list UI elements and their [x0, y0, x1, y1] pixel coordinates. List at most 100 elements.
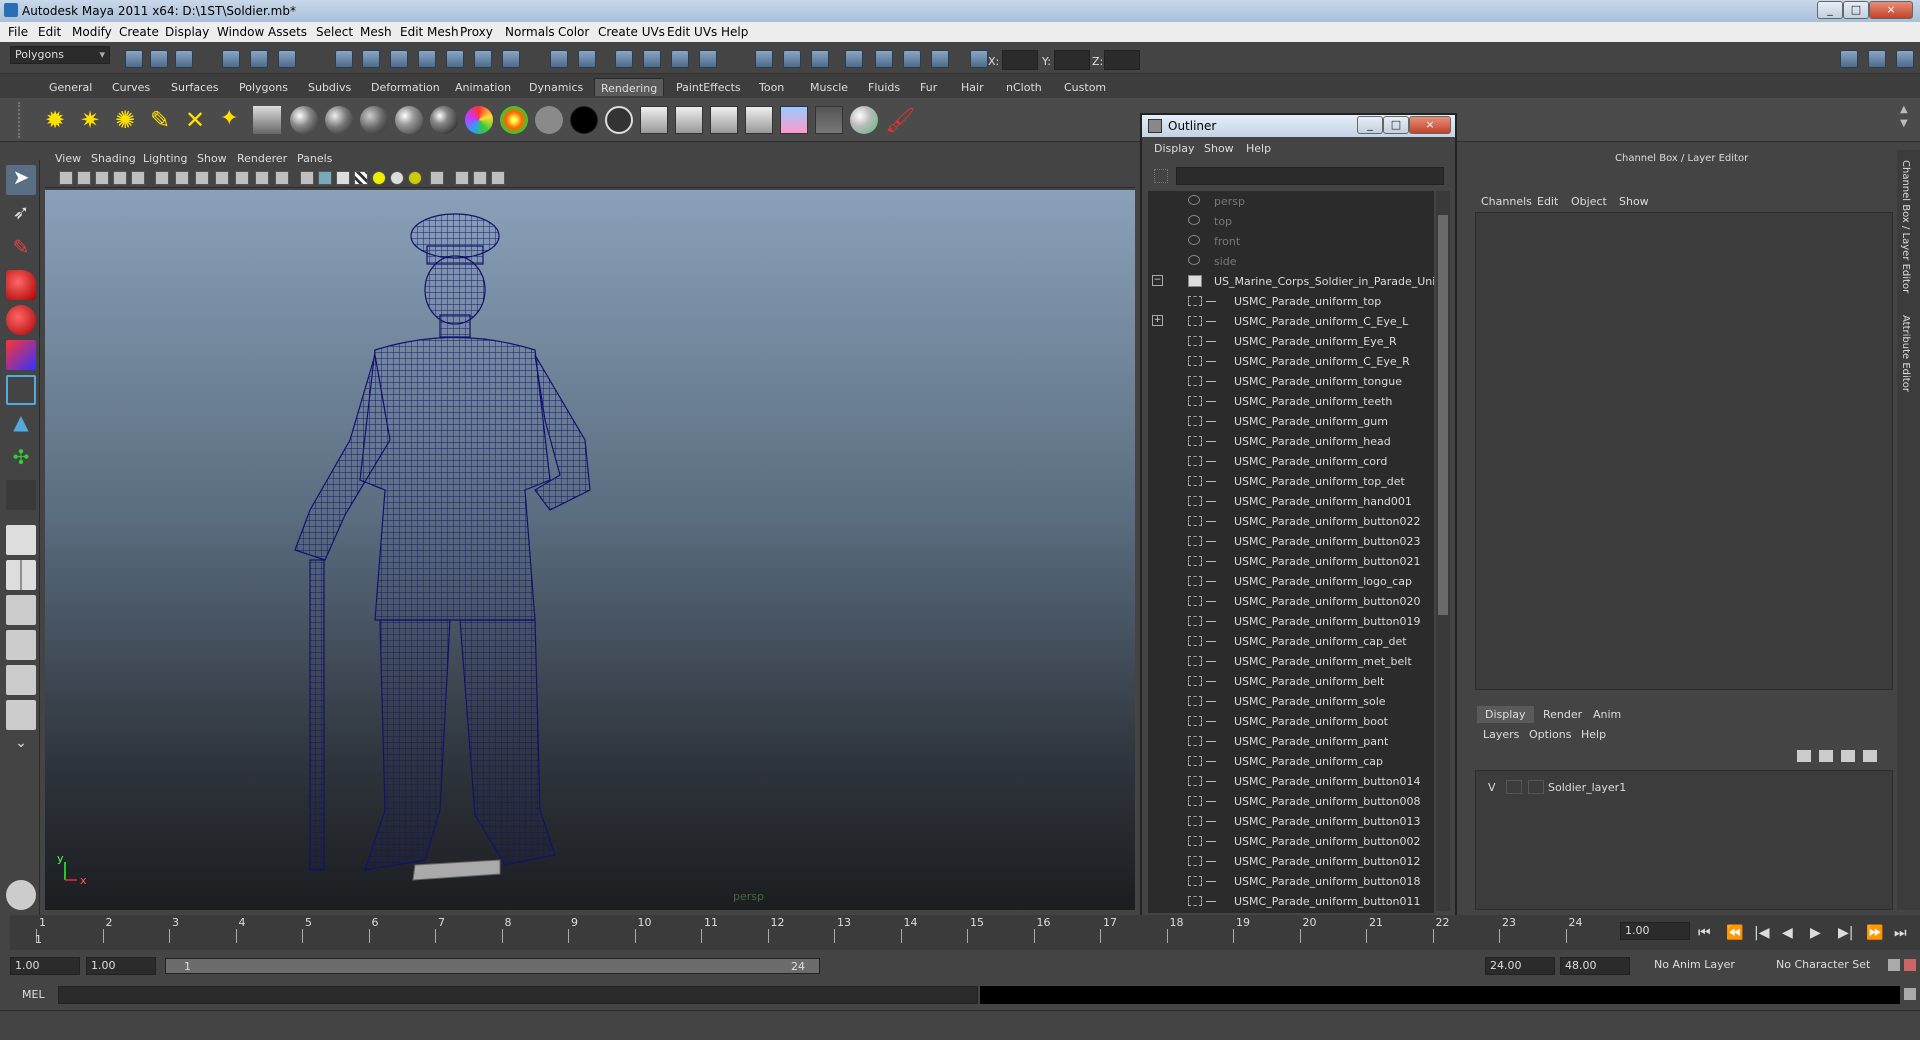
- panel-menu-shading[interactable]: Shading: [91, 152, 136, 165]
- use-all-lights-icon[interactable]: [390, 171, 404, 185]
- time-slider[interactable]: 1 2 3 4 5 6 7 8 9 10 11 12 13 14 15 16 17 18 19 20 21 22 23 24 …: [10, 915, 1920, 950]
- list-item[interactable]: USMC_Parade_uniform_button013: [1148, 811, 1434, 831]
- select-camera-icon[interactable]: [59, 171, 73, 185]
- last-tool-icon[interactable]: [6, 480, 36, 510]
- list-item[interactable]: USMC_Parade_uniform_button023: [1148, 531, 1434, 551]
- shelf-tab-fluids[interactable]: Fluids: [862, 78, 906, 96]
- layer-color-swatch[interactable]: [1528, 780, 1544, 794]
- select-tool-icon[interactable]: ➤: [6, 165, 36, 195]
- list-item[interactable]: USMC_Parade_uniform_button012: [1148, 851, 1434, 871]
- list-item[interactable]: USMC_Parade_uniform_cord: [1148, 451, 1434, 471]
- animation-end-field[interactable]: 48.00: [1560, 957, 1630, 975]
- show-render-globals-icon[interactable]: [875, 50, 893, 68]
- menu-create[interactable]: Create: [119, 25, 159, 39]
- paint-brush-icon[interactable]: 🖌: [885, 106, 915, 134]
- list-item[interactable]: USMC_Parade_uniform_teeth: [1148, 391, 1434, 411]
- minimize-button[interactable]: _: [1817, 1, 1843, 19]
- snap-grid-icon[interactable]: [335, 50, 353, 68]
- side-tab-attribute-editor[interactable]: Attribute Editor: [1900, 315, 1911, 392]
- perspective-graph-layout-icon[interactable]: [6, 630, 36, 660]
- snap-curve-icon[interactable]: [362, 50, 380, 68]
- menu-color[interactable]: Color: [558, 25, 589, 39]
- menu-window[interactable]: Window: [217, 25, 264, 39]
- perspective-hypershade-layout-icon[interactable]: [6, 665, 36, 695]
- bookmarks-icon[interactable]: [95, 171, 109, 185]
- directional-light-icon[interactable]: ✷: [80, 106, 108, 134]
- list-item[interactable]: USMC_Parade_uniform_button011: [1148, 891, 1434, 911]
- shading-map-icon[interactable]: [500, 106, 528, 134]
- two-d-pan-zoom-icon[interactable]: [131, 171, 145, 185]
- move-tool-icon[interactable]: [6, 270, 36, 300]
- menu-proxy[interactable]: Proxy: [460, 25, 493, 39]
- snap-plane-icon[interactable]: [418, 50, 436, 68]
- ramp-shader-icon[interactable]: [465, 106, 493, 134]
- menu-mesh[interactable]: Mesh: [360, 25, 392, 39]
- panel-menu-show[interactable]: Show: [197, 152, 227, 165]
- shelf-tab-general[interactable]: General: [43, 78, 98, 96]
- ipr-render-icon[interactable]: [643, 50, 661, 68]
- snap-point-icon[interactable]: [390, 50, 408, 68]
- volume-light-icon[interactable]: ✦: [220, 106, 248, 134]
- isolate-select-icon[interactable]: [430, 171, 444, 185]
- script-editor-button-icon[interactable]: [1904, 988, 1916, 1000]
- single-perspective-layout-icon[interactable]: [6, 525, 36, 555]
- list-item[interactable]: USMC_Parade_uniform_button014: [1148, 771, 1434, 791]
- shelf-tab-surfaces[interactable]: Surfaces: [165, 78, 225, 96]
- playback-end-field[interactable]: 24.00: [1485, 957, 1555, 975]
- phong-shader-icon[interactable]: [395, 106, 423, 134]
- backface-culling-icon[interactable]: [491, 171, 505, 185]
- paint-select-tool-icon[interactable]: ✎: [6, 235, 36, 265]
- render-settings-icon[interactable]: [671, 50, 689, 68]
- list-item[interactable]: USMC_Parade_uniform_button002: [1148, 831, 1434, 851]
- render-sequence-icon[interactable]: [903, 50, 921, 68]
- field-chart-icon[interactable]: [235, 171, 249, 185]
- layer-menu-options[interactable]: Options: [1529, 728, 1571, 741]
- layer-menu-layers[interactable]: Layers: [1483, 728, 1519, 741]
- list-item[interactable]: USMC_Parade_uniform_sole: [1148, 691, 1434, 711]
- cb-menu-object[interactable]: Object: [1571, 195, 1607, 208]
- shelf-tab-ncloth[interactable]: nCloth: [1000, 78, 1048, 96]
- safe-action-icon[interactable]: [255, 171, 269, 185]
- list-item[interactable]: front: [1148, 231, 1434, 251]
- tab-render[interactable]: Render: [1535, 706, 1590, 723]
- step-forward-key-button[interactable]: ⏩: [1866, 925, 1883, 941]
- perspective-trax-layout-icon[interactable]: [6, 700, 36, 730]
- step-back-key-button[interactable]: ⏪: [1726, 925, 1743, 941]
- question-icon[interactable]: [502, 50, 520, 68]
- lock-icon[interactable]: [550, 50, 568, 68]
- shelf-scroll-down-icon[interactable]: ▼: [1900, 118, 1908, 129]
- shelf-tab-rendering[interactable]: Rendering: [594, 78, 665, 96]
- shelf-tab-animation[interactable]: Animation: [449, 78, 517, 96]
- command-language-label[interactable]: MEL: [22, 988, 45, 1001]
- scrollbar-thumb[interactable]: [1438, 215, 1448, 615]
- auto-key-icon[interactable]: [1888, 959, 1900, 971]
- shelf-tab-dynamics[interactable]: Dynamics: [523, 78, 589, 96]
- x-ray-icon[interactable]: [455, 171, 469, 185]
- toggle-channel-box-icon[interactable]: [1840, 50, 1858, 68]
- panel-menu-renderer[interactable]: Renderer: [237, 152, 287, 165]
- outliner-menu-display[interactable]: Display: [1154, 142, 1195, 155]
- manipulator-tool-icon[interactable]: [6, 375, 36, 405]
- toggle-tool-settings-icon[interactable]: [1896, 50, 1914, 68]
- current-frame-field[interactable]: 1.00: [1620, 922, 1690, 940]
- shelf-scroll-up-icon[interactable]: ▲: [1900, 104, 1908, 115]
- new-empty-layer-icon[interactable]: [1841, 750, 1855, 762]
- side-tab-channel-box[interactable]: Channel Box / Layer Editor: [1900, 160, 1911, 293]
- list-item[interactable]: persp: [1148, 191, 1434, 211]
- tab-anim[interactable]: Anim: [1585, 706, 1629, 723]
- layer-playback-toggle[interactable]: [1506, 780, 1522, 794]
- playback-start-field[interactable]: 1.00: [86, 957, 156, 975]
- list-item[interactable]: USMC_Parade_uniform_head: [1148, 431, 1434, 451]
- soft-modification-icon[interactable]: ▲: [6, 410, 36, 440]
- ambient-light-icon[interactable]: ✹: [45, 106, 73, 134]
- menu-display[interactable]: Display: [165, 25, 209, 39]
- list-item[interactable]: + USMC_Parade_uniform_C_Eye_L: [1148, 311, 1434, 331]
- script-editor-icon[interactable]: [6, 880, 36, 910]
- safe-title-icon[interactable]: [275, 171, 289, 185]
- list-item[interactable]: USMC_Parade_uniform_button022: [1148, 511, 1434, 531]
- x-field[interactable]: [1002, 50, 1038, 70]
- menu-normals[interactable]: Normals: [505, 25, 555, 39]
- move-layer-down-icon[interactable]: [1819, 750, 1833, 762]
- ipr-icon[interactable]: [675, 106, 703, 134]
- save-scene-icon[interactable]: [175, 50, 193, 68]
